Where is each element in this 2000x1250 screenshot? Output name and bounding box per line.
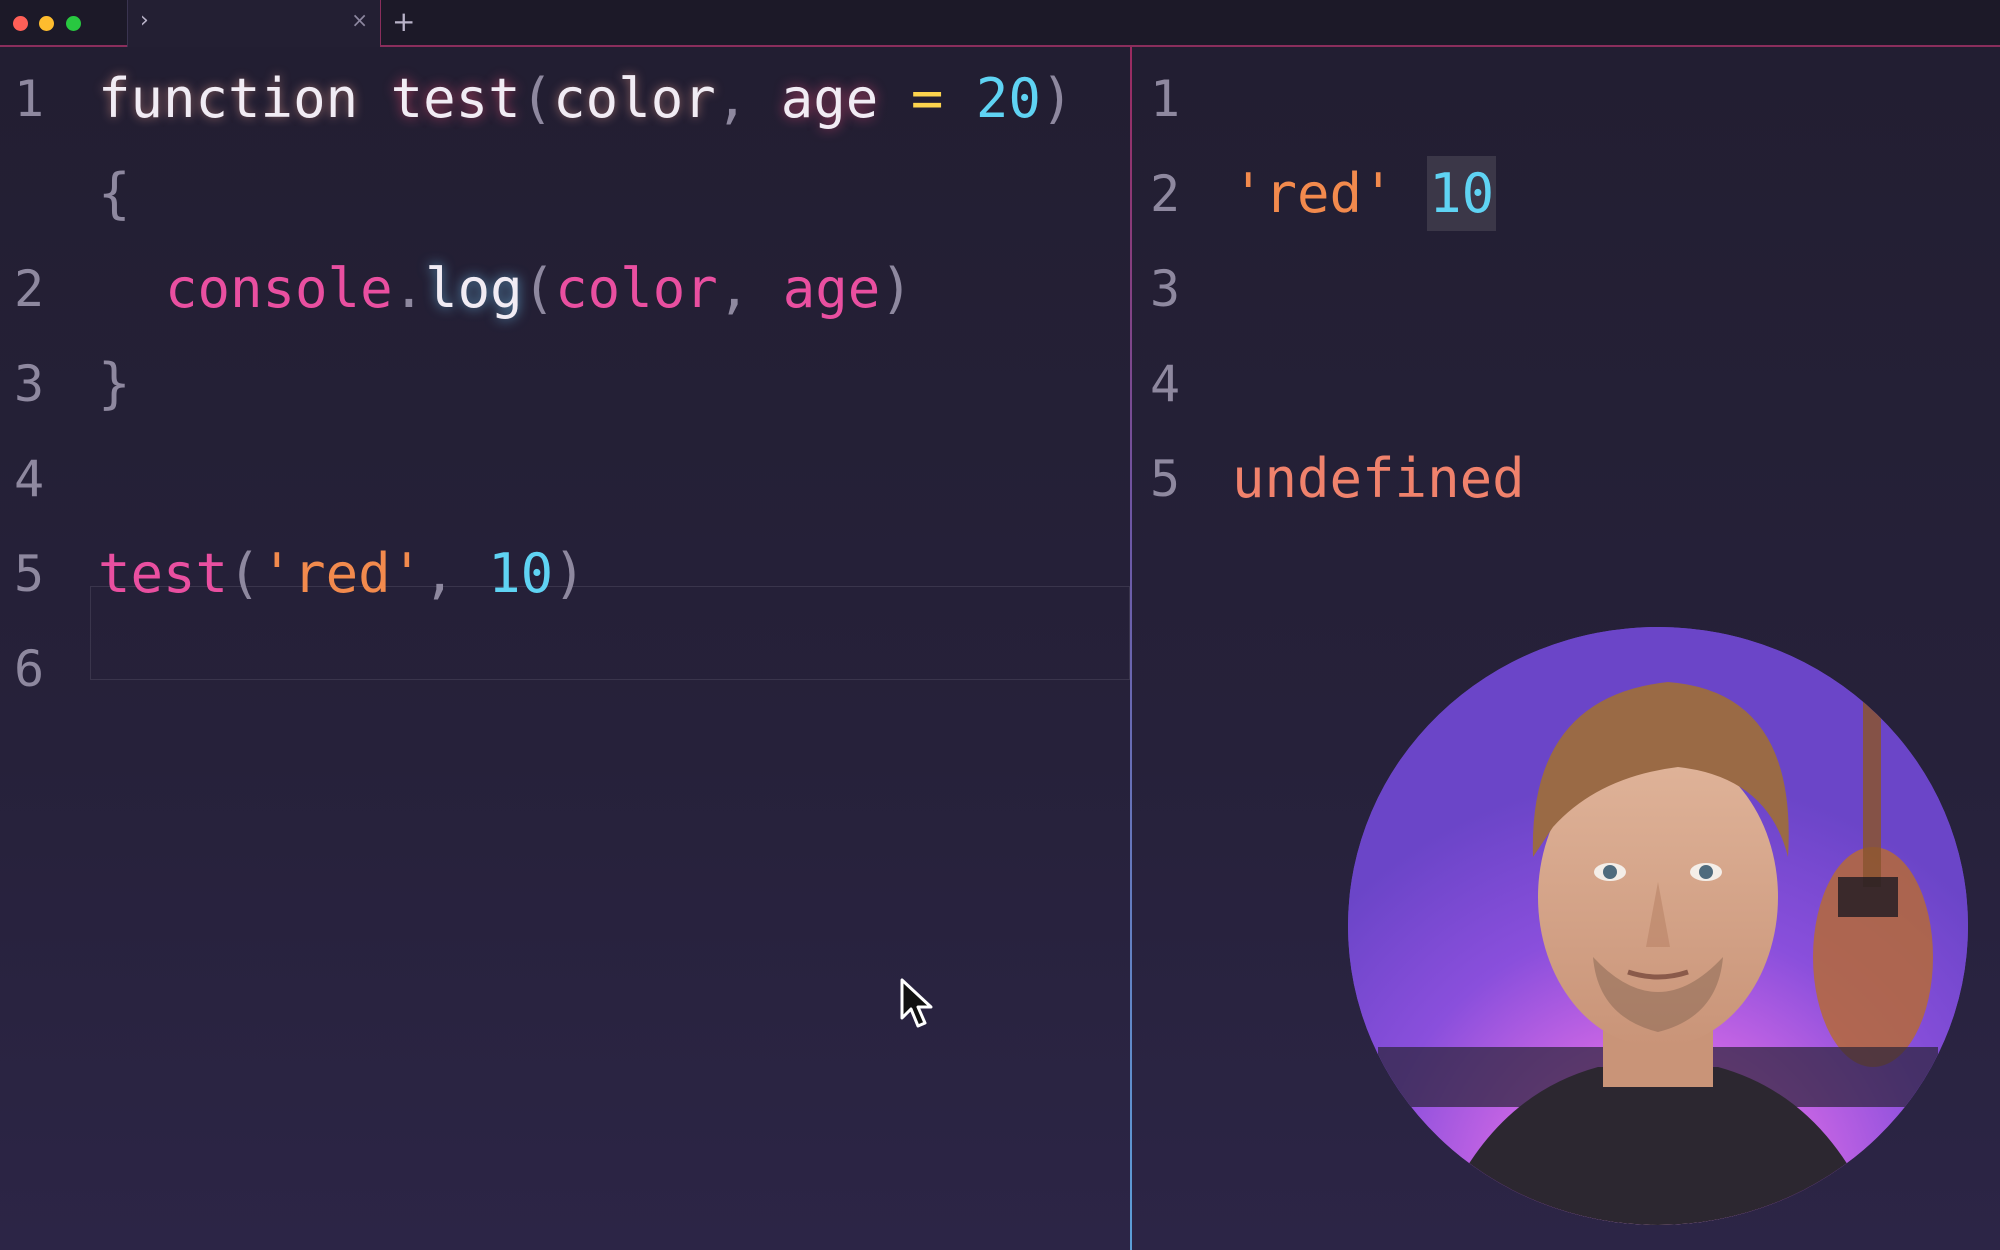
- output-line: 4: [1132, 332, 2000, 427]
- chevron-right-icon: ›: [140, 8, 149, 33]
- code-line: 6: [0, 617, 1130, 712]
- paren-token: (: [522, 257, 556, 320]
- output-line-number: 5: [1150, 450, 1181, 508]
- presenter-illustration: [1348, 627, 1968, 1225]
- paren-token: ): [880, 257, 913, 320]
- code-line: 2 console.log(color, age): [0, 237, 1130, 332]
- paren-token: (: [520, 67, 554, 130]
- line-number: 1: [14, 70, 45, 128]
- comma-token: ,: [715, 67, 749, 130]
- number-token: 10: [488, 542, 554, 605]
- code-text: function test(color, age = 20): [98, 69, 1073, 129]
- editor-tab[interactable]: › ×: [127, 0, 381, 47]
- number-token: 20: [975, 67, 1041, 130]
- output-text: 'red' 10: [1232, 156, 1497, 231]
- method-token: log: [425, 257, 523, 320]
- function-name-token: test: [390, 67, 521, 130]
- output-string: 'red': [1232, 162, 1395, 225]
- line-number: 3: [14, 355, 45, 413]
- keyword-token: function: [98, 67, 359, 130]
- operator-token: =: [910, 67, 944, 130]
- output-line: 3: [1132, 237, 2000, 332]
- param-token: color: [553, 67, 716, 130]
- string-token: 'red': [260, 542, 424, 605]
- paren-token: (: [228, 542, 261, 605]
- line-number: 6: [14, 640, 45, 698]
- output-line-number: 4: [1150, 355, 1181, 413]
- new-tab-button[interactable]: +: [392, 5, 415, 39]
- maximize-light-icon[interactable]: [66, 16, 81, 31]
- comma-token: ,: [717, 257, 751, 320]
- comma-token: ,: [423, 542, 456, 605]
- mouse-pointer-icon: [900, 978, 933, 1028]
- paren-token: ): [553, 542, 586, 605]
- object-token: console: [165, 257, 393, 320]
- code-line: 3 }: [0, 332, 1130, 427]
- output-line: 5 undefined: [1132, 427, 2000, 522]
- output-line: 1: [1132, 47, 2000, 142]
- code-line: {: [0, 142, 1130, 237]
- argument-token: age: [782, 257, 881, 320]
- output-line-number: 2: [1150, 165, 1181, 223]
- code-text: console.log(color, age): [165, 259, 913, 319]
- dot-token: .: [392, 257, 426, 320]
- minimize-light-icon[interactable]: [39, 16, 54, 31]
- code-line: 1 function test(color, age = 20): [0, 47, 1130, 142]
- line-number: 2: [14, 260, 45, 318]
- tab-close-icon[interactable]: ×: [351, 8, 368, 32]
- code-line: 4: [0, 427, 1130, 522]
- output-number: 10: [1427, 156, 1497, 231]
- code-text: test('red', 10): [98, 544, 586, 604]
- code-text: }: [98, 354, 131, 414]
- argument-token: color: [555, 257, 718, 320]
- output-text: undefined: [1232, 449, 1525, 509]
- code-line: 5 test('red', 10): [0, 522, 1130, 617]
- brace-token: {: [98, 162, 131, 225]
- output-line: 2 'red' 10: [1132, 142, 2000, 237]
- presenter-webcam-image: [1348, 627, 1968, 1225]
- function-call-token: test: [98, 542, 229, 605]
- paren-token: ): [1040, 67, 1074, 130]
- app-window: › × + 1 function test(color, age = 20) {…: [0, 0, 2000, 1250]
- close-light-icon[interactable]: [13, 16, 28, 31]
- output-line-number: 1: [1150, 70, 1181, 128]
- brace-token: }: [98, 352, 131, 415]
- output-line-number: 3: [1150, 260, 1181, 318]
- title-bar: › × +: [0, 0, 2000, 47]
- output-undefined: undefined: [1232, 447, 1525, 510]
- code-text: {: [98, 164, 131, 224]
- code-editor[interactable]: 1 function test(color, age = 20) { 2 con…: [0, 47, 1130, 1250]
- param-token: age: [780, 67, 879, 130]
- line-number: 5: [14, 545, 45, 603]
- line-number: 4: [14, 450, 45, 508]
